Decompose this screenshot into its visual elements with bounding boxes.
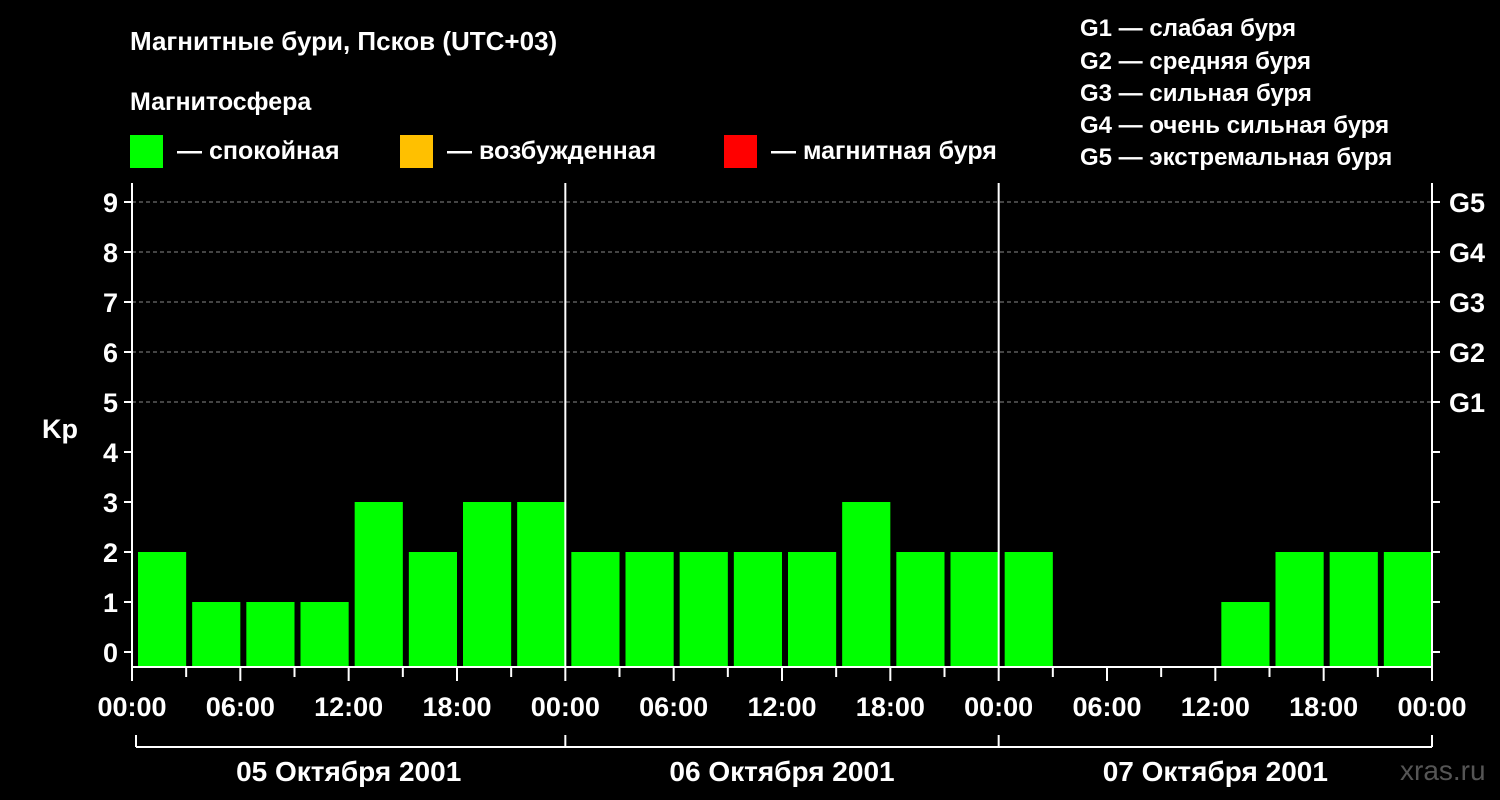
kp-bar-2: [246, 602, 295, 667]
chart-title: Магнитные бури, Псков (UTC+03): [130, 26, 557, 56]
kp-bar-10: [679, 552, 728, 667]
y-tick-label-1: 1: [103, 588, 118, 618]
x-tick-label-3: 18:00: [422, 692, 491, 722]
kp-bar-6: [463, 502, 512, 667]
legend-swatch-excited: [400, 135, 433, 168]
grid-lines: [132, 201, 1432, 403]
g-tick-label-G5: G5: [1449, 188, 1485, 218]
kp-bar-16: [1004, 552, 1053, 667]
kp-bar-20: [1221, 602, 1270, 667]
x-tick-label-4: 00:00: [531, 692, 600, 722]
kp-bar-1: [192, 602, 241, 667]
y-tick-label-3: 3: [103, 488, 118, 518]
kp-bar-0: [138, 552, 187, 667]
legend-label-calm: — спокойная: [177, 137, 340, 165]
kp-bar-5: [408, 552, 457, 667]
kp-bar-11: [733, 552, 782, 667]
y-tick-label-2: 2: [103, 538, 118, 568]
kp-bar-12: [788, 552, 837, 667]
kp-bar-3: [300, 602, 349, 667]
x-tick-label-2: 12:00: [314, 692, 383, 722]
day-label-2: 07 Октября 2001: [1103, 756, 1328, 787]
kp-bar-21: [1275, 552, 1324, 667]
day-label-0: 05 Октября 2001: [236, 756, 461, 787]
y-axis-label: Kp: [42, 414, 78, 444]
chart-subtitle: Магнитосфера: [130, 88, 312, 116]
kp-bar-4: [354, 502, 403, 667]
legend-swatch-calm: [130, 135, 163, 168]
legend-label-storm: — магнитная буря: [771, 137, 997, 165]
kp-bar-7: [517, 502, 566, 667]
legend-swatch-storm: [724, 135, 757, 168]
g-tick-label-G1: G1: [1449, 388, 1485, 418]
x-tick-label-12: 00:00: [1397, 692, 1466, 722]
kp-bar-9: [625, 552, 674, 667]
x-tick-label-0: 00:00: [97, 692, 166, 722]
kp-bar-8: [571, 552, 620, 667]
y-tick-label-6: 6: [103, 338, 118, 368]
g-legend-g4: G4 — очень сильная буря: [1080, 112, 1389, 139]
state-legend: — спокойная — возбужденная — магнитная б…: [130, 135, 997, 168]
x-tick-label-7: 18:00: [856, 692, 925, 722]
x-axis-ticks: 00:00 06:00 12:00 18:00 00:00 06:00 12:00 18:00…: [97, 667, 1467, 722]
day-label-1: 06 Октября 2001: [669, 756, 894, 787]
kp-bar-13: [842, 502, 891, 667]
watermark: xras.ru: [1400, 755, 1486, 786]
g-tick-label-G4: G4: [1449, 238, 1485, 268]
y-tick-label-4: 4: [103, 438, 118, 468]
day-labels: 05 Октября 2001 06 Октября 2001 07 Октября…: [135, 735, 1433, 787]
y-tick-label-7: 7: [103, 288, 118, 318]
x-tick-label-9: 06:00: [1072, 692, 1141, 722]
legend-label-excited: — возбужденная: [447, 137, 656, 165]
y-tick-label-0: 0: [103, 638, 118, 668]
g-scale-legend: G1 — слабая буря G2 — средняя буря G3 — …: [1080, 15, 1392, 171]
g-tick-label-G2: G2: [1449, 338, 1485, 368]
kp-bar-23: [1383, 552, 1432, 667]
x-tick-label-11: 18:00: [1289, 692, 1358, 722]
g-legend-g5: G5 — экстремальная буря: [1080, 144, 1392, 171]
x-tick-label-6: 12:00: [747, 692, 816, 722]
y-tick-label-5: 5: [103, 388, 118, 418]
x-tick-label-1: 06:00: [206, 692, 275, 722]
kp-bar-15: [950, 552, 999, 667]
x-tick-label-10: 12:00: [1181, 692, 1250, 722]
g-tick-label-G3: G3: [1449, 288, 1485, 318]
y-tick-label-8: 8: [103, 238, 118, 268]
g-legend-g1: G1 — слабая буря: [1080, 15, 1296, 42]
bars: [138, 502, 1432, 667]
kp-bar-22: [1329, 552, 1378, 667]
y-tick-label-9: 9: [103, 188, 118, 218]
y-axis-ticks: 0 1 2 3 4 5 6 7 8 9: [103, 188, 132, 668]
g-axis-ticks: G1 G2 G3 G4 G5: [1432, 188, 1485, 653]
g-legend-g2: G2 — средняя буря: [1080, 48, 1311, 75]
x-tick-label-5: 06:00: [639, 692, 708, 722]
x-tick-label-8: 00:00: [964, 692, 1033, 722]
kp-chart: Магнитные бури, Псков (UTC+03) Магнитосф…: [42, 15, 1486, 787]
kp-bar-14: [896, 552, 945, 667]
g-legend-g3: G3 — сильная буря: [1080, 80, 1312, 107]
